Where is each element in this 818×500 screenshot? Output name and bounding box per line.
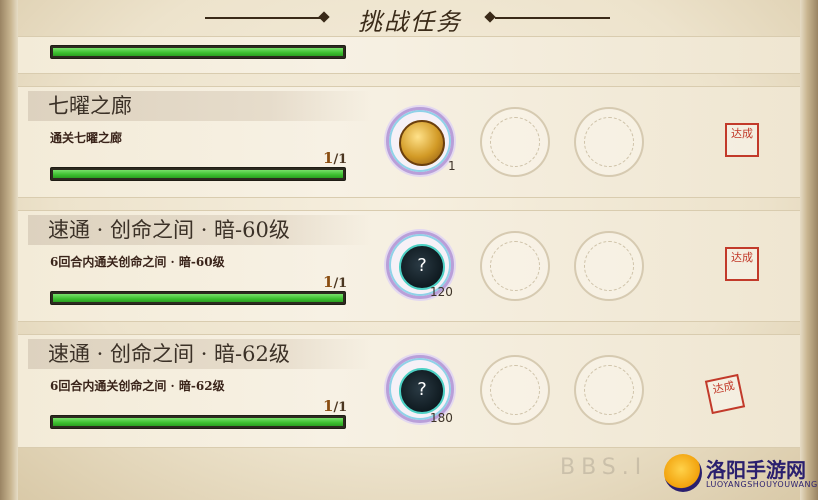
mission-description: 6回合内通关创命之间 · 暗-60级 (50, 255, 225, 269)
empty-reward-slot (574, 231, 644, 301)
reward-count: 120 (430, 285, 453, 299)
progress-bar-fill (53, 170, 343, 178)
watermark: BBS.I (560, 455, 648, 480)
brand-subtitle: LUOYANGSHOUYOUWANG (706, 480, 818, 489)
reward-count: 1 (448, 159, 456, 173)
brand-emblem-icon (664, 454, 702, 492)
title-right-line (495, 17, 610, 19)
empty-reward-slot (574, 355, 644, 425)
progress-count: 1/1 (323, 273, 348, 291)
reward-count: 180 (430, 411, 453, 425)
left-frame-border (0, 0, 18, 500)
brand-logo: 洛阳手游网 LUOYANGSHOUYOUWANG (664, 452, 817, 498)
mission-title: 速通 · 创命之间 · 暗-60级 (28, 215, 373, 245)
empty-reward-slot (480, 355, 550, 425)
right-frame-border (800, 0, 818, 500)
progress-bar (50, 167, 346, 181)
achieved-stamp: 达成 (704, 373, 746, 415)
progress-bar (50, 291, 346, 305)
reward-slot[interactable] (386, 107, 454, 175)
progress-bar-fill (53, 418, 343, 426)
mission-title: 七曜之廊 (28, 91, 373, 121)
mission-row[interactable]: 速通 · 创命之间 · 暗-60级 6回合内通关创命之间 · 暗-60级 1/1… (18, 210, 800, 322)
achieved-stamp: 达成 (725, 247, 759, 281)
mission-row-partial[interactable] (18, 36, 800, 74)
mission-title: 速通 · 创命之间 · 暗-62级 (28, 339, 373, 369)
brand-name: 洛阳手游网 (706, 458, 806, 482)
title-left-ornament (318, 11, 330, 23)
empty-reward-slot (480, 231, 550, 301)
mission-row[interactable]: 速通 · 创命之间 · 暗-62级 6回合内通关创命之间 · 暗-62级 1/1… (18, 334, 800, 448)
header: 挑战任务 (0, 0, 818, 36)
progress-bar (50, 45, 346, 59)
achieved-stamp: 达成 (725, 123, 759, 157)
progress-count: 1/1 (323, 397, 348, 415)
coin-icon (399, 120, 445, 166)
progress-bar-fill (53, 48, 343, 56)
progress-bar-fill (53, 294, 343, 302)
mission-description: 通关七曜之廊 (50, 131, 123, 145)
mystery-item-icon: ? (399, 244, 445, 290)
progress-bar (50, 415, 346, 429)
empty-reward-slot (574, 107, 644, 177)
mystery-item-icon: ? (399, 368, 445, 414)
mission-row[interactable]: 七曜之廊 通关七曜之廊 1/1 1 达成 (18, 86, 800, 198)
mission-description: 6回合内通关创命之间 · 暗-62级 (50, 379, 225, 393)
progress-count: 1/1 (323, 149, 348, 167)
title-left-line (205, 17, 325, 19)
empty-reward-slot (480, 107, 550, 177)
page-title: 挑战任务 (358, 8, 462, 36)
